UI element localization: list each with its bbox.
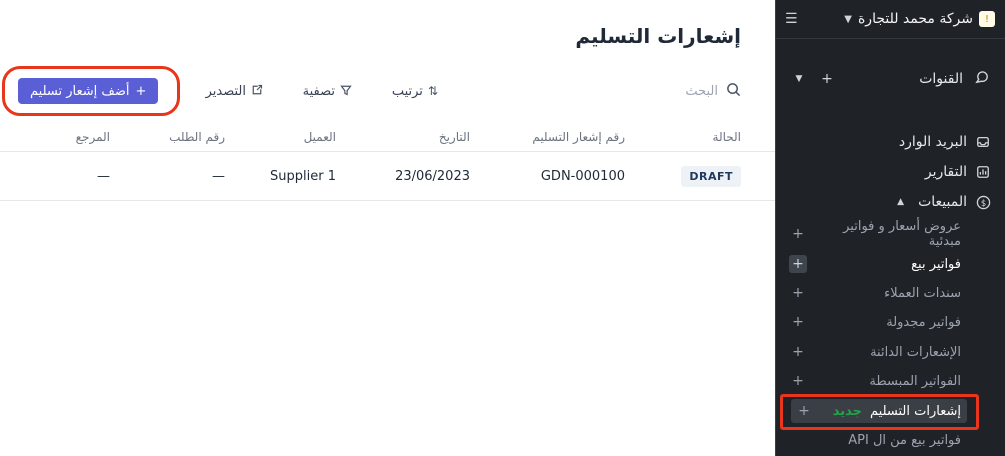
sidebar-subitem-label: الإشعارات الدائنة bbox=[870, 344, 961, 360]
chevron-down-icon: ▼ bbox=[844, 13, 852, 25]
main-content: إشعارات التسليم ⇅ ترتيب تصفية التصدير + … bbox=[0, 0, 775, 456]
column-header-order-number[interactable]: رقم الطلب bbox=[169, 122, 225, 151]
sidebar-subitem-credit-notes[interactable]: الإشعارات الدائنة + bbox=[789, 340, 961, 364]
sidebar-item-sales[interactable]: $ المبيعات ▲ bbox=[789, 190, 991, 214]
sidebar-subitem-sales-invoices[interactable]: فواتير بيع + bbox=[789, 252, 961, 276]
chevron-up-icon[interactable]: ▲ bbox=[897, 197, 904, 207]
search-icon bbox=[726, 82, 741, 101]
search-input[interactable] bbox=[648, 83, 718, 99]
column-header-status[interactable]: الحالة bbox=[713, 122, 741, 151]
add-channel-icon[interactable]: + bbox=[817, 71, 837, 87]
add-icon[interactable]: + bbox=[789, 372, 807, 390]
channels-icon bbox=[971, 70, 991, 89]
svg-text:$: $ bbox=[980, 197, 985, 207]
inbox-icon bbox=[975, 134, 991, 150]
number-cell: GDN-000100 bbox=[540, 168, 625, 184]
table-header: الحالة رقم إشعار التسليم التاريخ العميل … bbox=[0, 122, 775, 152]
date-cell: 23/06/2023 bbox=[395, 168, 470, 184]
sidebar-subitem-quotes[interactable]: عروض أسعار و فواتير مبدئية + bbox=[789, 219, 961, 249]
sidebar-subitem-scheduled-invoices[interactable]: فواتير مجدولة + bbox=[789, 310, 961, 334]
sidebar-subitem-label: سندات العملاء bbox=[884, 285, 961, 301]
sidebar-subitem-label: فواتير بيع من ال API bbox=[848, 432, 961, 448]
export-icon bbox=[251, 84, 263, 99]
column-header-reference[interactable]: المرجع bbox=[76, 122, 110, 151]
collapse-sidebar-icon[interactable]: ☰ bbox=[785, 11, 798, 27]
sidebar-divider bbox=[775, 0, 776, 456]
sort-button[interactable]: ⇅ ترتيب bbox=[392, 80, 438, 102]
sidebar-item-inbox[interactable]: البريد الوارد bbox=[789, 130, 991, 154]
add-icon[interactable]: + bbox=[789, 343, 807, 361]
channels-caret-icon[interactable]: ▼ bbox=[789, 74, 809, 84]
add-icon[interactable]: + bbox=[789, 313, 807, 331]
dollar-icon: $ bbox=[975, 194, 991, 210]
filter-label: تصفية bbox=[302, 83, 335, 99]
table-row[interactable]: DRAFT GDN-000100 23/06/2023 Supplier 1 —… bbox=[0, 152, 775, 201]
sidebar-subitem-customer-receipts[interactable]: سندات العملاء + bbox=[789, 281, 961, 305]
customer-cell: Supplier 1 bbox=[270, 168, 336, 184]
column-header-customer[interactable]: العميل bbox=[304, 122, 336, 151]
sidebar: ! شركة محمد للتجارة ▼ ☰ القنوات + ▼ البر… bbox=[775, 0, 1005, 456]
sidebar-item-reports[interactable]: التقارير bbox=[789, 160, 991, 184]
add-icon[interactable]: + bbox=[789, 284, 807, 302]
reports-icon bbox=[975, 164, 991, 180]
sidebar-subitem-label: فواتير بيع bbox=[911, 256, 961, 272]
add-icon[interactable]: + bbox=[789, 225, 807, 243]
sidebar-item-label: المبيعات bbox=[918, 194, 967, 210]
sidebar-subitem-simplified-invoices[interactable]: الفواتير المبسطة + bbox=[789, 369, 961, 393]
sidebar-item-label: التقارير bbox=[924, 164, 967, 180]
sort-icon: ⇅ bbox=[427, 84, 438, 98]
column-header-date[interactable]: التاريخ bbox=[439, 122, 470, 151]
search-box[interactable] bbox=[648, 80, 741, 102]
channels-label: القنوات bbox=[919, 71, 963, 87]
highlight-annotation bbox=[780, 394, 979, 430]
sidebar-item-label: البريد الوارد bbox=[898, 134, 967, 150]
company-name: شركة محمد للتجارة bbox=[857, 11, 973, 27]
channels-section: القنوات + ▼ bbox=[789, 68, 991, 90]
reference-cell: — bbox=[97, 168, 110, 184]
status-badge: DRAFT bbox=[681, 165, 741, 187]
filter-button[interactable]: تصفية bbox=[303, 80, 352, 102]
column-header-number[interactable]: رقم إشعار التسليم bbox=[532, 122, 625, 151]
sidebar-subitem-label: عروض أسعار و فواتير مبدئية bbox=[843, 219, 961, 249]
sidebar-subitem-label: فواتير مجدولة bbox=[886, 314, 961, 330]
export-label: التصدير bbox=[205, 83, 246, 99]
highlight-annotation bbox=[2, 66, 180, 116]
page-title: إشعارات التسليم bbox=[575, 24, 741, 48]
sidebar-subitem-label: الفواتير المبسطة bbox=[869, 373, 961, 389]
export-button[interactable]: التصدير bbox=[206, 80, 263, 102]
company-logo-icon: ! bbox=[979, 11, 995, 27]
order-number-cell: — bbox=[212, 168, 225, 184]
company-switcher[interactable]: ! شركة محمد للتجارة ▼ ☰ bbox=[785, 8, 995, 30]
sidebar-separator bbox=[775, 38, 1005, 39]
sidebar-subitem-api-invoices[interactable]: فواتير بيع من ال API bbox=[789, 428, 961, 452]
sort-label: ترتيب bbox=[391, 83, 423, 99]
status-cell: DRAFT bbox=[681, 152, 741, 200]
add-icon[interactable]: + bbox=[789, 255, 807, 273]
filter-icon bbox=[340, 84, 352, 99]
